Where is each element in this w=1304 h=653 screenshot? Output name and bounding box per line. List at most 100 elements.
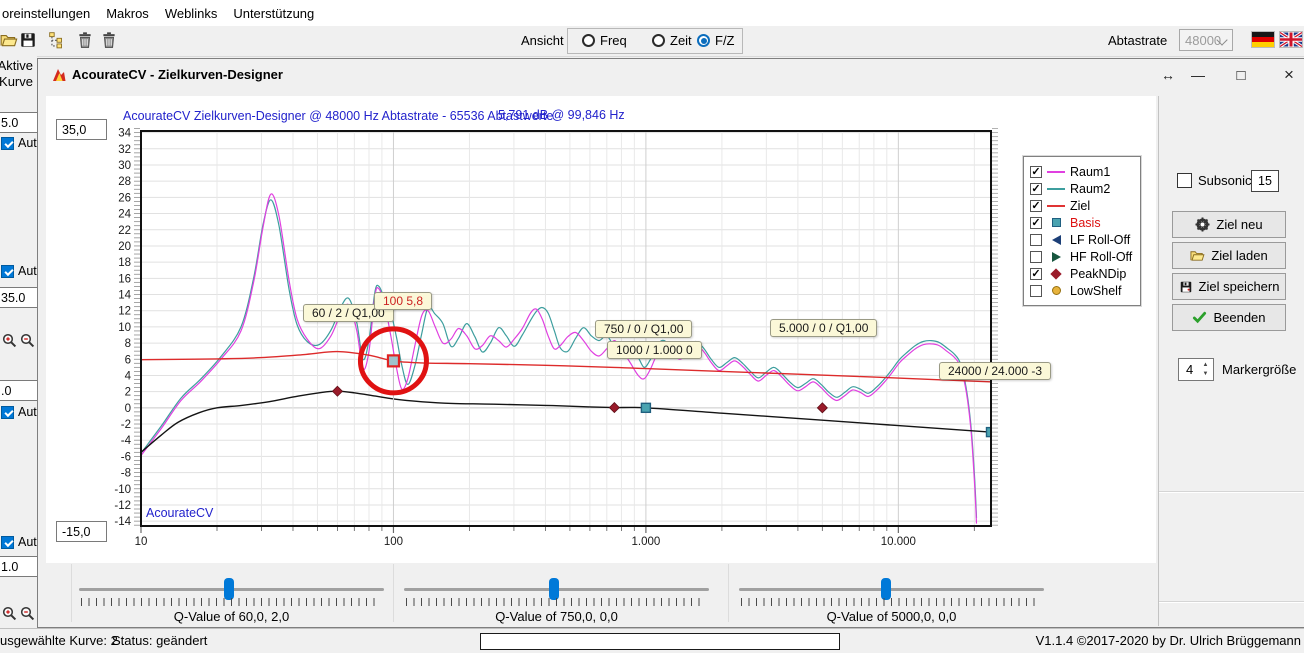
samplerate-select[interactable]: 48000 <box>1179 29 1233 51</box>
slider-label: Q-Value of 5000,0, 0,0 <box>739 609 1044 624</box>
zoom-in-icon[interactable] <box>2 606 17 621</box>
y-tick-label: 26 <box>118 192 131 204</box>
radio-fz-label: F/Z <box>715 33 735 48</box>
checkbox-checked-icon[interactable] <box>1 265 14 278</box>
y-tick-label: -12 <box>114 500 131 512</box>
trash-icon[interactable] <box>76 31 94 49</box>
beenden-button[interactable]: Beenden <box>1172 304 1286 331</box>
range-min-field[interactable]: 1.0 <box>0 556 37 577</box>
legend-symbol-line-icon <box>1046 188 1066 190</box>
radio-fz-dot[interactable] <box>697 34 710 47</box>
auto-checkbox-1[interactable]: Auto <box>1 136 37 150</box>
folder-open-icon[interactable] <box>0 31 18 49</box>
stepper-arrows-icon[interactable]: ▲▼ <box>1199 359 1212 380</box>
radio-zeit-dot[interactable] <box>652 34 665 47</box>
german-flag-icon[interactable] <box>1252 32 1274 47</box>
curve-max-field[interactable]: 5.0 <box>0 112 37 133</box>
window-minimize-button[interactable]: — <box>1184 62 1212 88</box>
legend-item-hf-roll-off[interactable]: HF Roll-Off <box>1030 248 1134 265</box>
subsonic-value-input[interactable]: 15 <box>1251 170 1279 192</box>
uk-flag-icon[interactable] <box>1280 32 1302 47</box>
curve-list-icon[interactable] <box>48 31 66 49</box>
zoom-in-icon[interactable] <box>2 333 17 348</box>
menu-item-voreinstellungen[interactable]: oreinstellungen <box>0 6 98 21</box>
window-close-button[interactable]: × <box>1275 62 1303 88</box>
slider-track[interactable] <box>739 588 1044 591</box>
chart-legend: ✓Raum1✓Raum2✓Ziel✓BasisLF Roll-OffHF Rol… <box>1023 156 1141 306</box>
chart-panel: AcourateCV Zielkurven-Designer @ 48000 H… <box>46 96 1156 563</box>
slider-separator <box>71 564 72 622</box>
y-tick-label: 2 <box>125 387 131 399</box>
checkbox-unchecked-icon[interactable] <box>1030 285 1042 297</box>
legend-label: PeakNDip <box>1070 267 1126 281</box>
radio-fz[interactable]: F/Z <box>697 33 735 48</box>
window-maximize-button[interactable]: □ <box>1227 62 1255 88</box>
trash-all-icon[interactable] <box>100 31 118 49</box>
dialog-title: AcourateCV - Zielkurven-Designer <box>72 67 283 82</box>
slider-label: Q-Value of 60,0, 2,0 <box>79 609 384 624</box>
q-slider-5000: Q-Value of 5000,0, 0,0 <box>739 564 1044 626</box>
legend-label: Basis <box>1070 216 1101 230</box>
checkbox-checked-icon[interactable] <box>1 536 14 549</box>
window-resize-button[interactable]: ↔ <box>1154 62 1182 88</box>
menu-item-makros[interactable]: Makros <box>98 6 157 21</box>
checkbox-unchecked-icon[interactable] <box>1177 173 1192 188</box>
slider-separator <box>393 564 394 622</box>
left-curve-panel: Aktive Kurve 5.0 Auto Auto 35.0 .0 Auto … <box>0 56 37 628</box>
legend-label: Raum1 <box>1070 165 1110 179</box>
acourate-app-icon <box>51 67 67 83</box>
legend-item-ziel[interactable]: ✓Ziel <box>1030 197 1134 214</box>
legend-item-lf-roll-off[interactable]: LF Roll-Off <box>1030 231 1134 248</box>
y-tick-label: 10 <box>118 322 131 334</box>
selected-marker[interactable] <box>388 355 399 366</box>
y-tick-label: 12 <box>118 306 131 318</box>
dialog-zielkurven-designer: AcourateCV - Zielkurven-Designer ↔ — □ ×… <box>37 58 1304 628</box>
checkbox-checked-icon[interactable]: ✓ <box>1030 183 1042 195</box>
legend-item-raum1[interactable]: ✓ Raum1 <box>1030 163 1134 180</box>
checkbox-checked-icon[interactable]: ✓ <box>1030 217 1042 229</box>
q-slider-750: Q-Value of 750,0, 0,0 <box>404 564 709 626</box>
slider-thumb[interactable] <box>881 578 891 600</box>
legend-item-lowshelf[interactable]: LowShelf <box>1030 282 1134 299</box>
zoom-out-icon[interactable] <box>20 606 35 621</box>
menu-item-weblinks[interactable]: Weblinks <box>157 6 226 21</box>
ziel-laden-button[interactable]: Ziel laden <box>1172 242 1286 269</box>
y-tick-label: -4 <box>121 435 132 447</box>
checkbox-unchecked-icon[interactable] <box>1030 234 1042 246</box>
checkbox-unchecked-icon[interactable] <box>1030 251 1042 263</box>
ziel-neu-button[interactable]: Ziel neu <box>1172 211 1286 238</box>
abtastrate-label: Abtastrate <box>1108 33 1167 48</box>
y-tick-label: 22 <box>118 225 131 237</box>
ziel-speichern-button[interactable]: Ziel speichern <box>1172 273 1286 300</box>
basis-marker[interactable] <box>641 403 650 412</box>
slider-thumb[interactable] <box>549 578 559 600</box>
y-tick-label: 32 <box>118 144 131 156</box>
legend-item-raum2[interactable]: ✓Raum2 <box>1030 180 1134 197</box>
legend-item-basis[interactable]: ✓ Basis <box>1030 214 1134 231</box>
checkbox-checked-icon[interactable]: ✓ <box>1030 200 1042 212</box>
aktive-kurve-label: Aktive Kurve <box>0 58 33 90</box>
curve-min-field[interactable]: 35.0 <box>0 287 37 308</box>
range-max-field[interactable]: .0 <box>0 380 37 401</box>
dialog-titlebar[interactable]: AcourateCV - Zielkurven-Designer ↔ — □ × <box>38 59 1304 92</box>
zoom-out-icon[interactable] <box>20 333 35 348</box>
radio-freq-dot[interactable] <box>582 34 595 47</box>
checkbox-checked-icon[interactable] <box>1 406 14 419</box>
menu-item-unterstuetzung[interactable]: Unterstützung <box>225 6 322 21</box>
auto-checkbox-2[interactable]: Auto <box>1 264 37 278</box>
subsonic-checkbox-row[interactable]: Subsonic <box>1177 173 1251 188</box>
checkbox-checked-icon[interactable] <box>1 137 14 150</box>
auto-checkbox-4[interactable]: Auto <box>1 535 37 549</box>
radio-freq[interactable]: Freq <box>582 33 627 48</box>
slider-thumb[interactable] <box>224 578 234 600</box>
save-icon[interactable] <box>19 31 37 49</box>
auto-checkbox-3[interactable]: Auto <box>1 405 37 419</box>
y-tick-label: 30 <box>118 160 131 172</box>
y-tick-label: 14 <box>118 290 131 302</box>
radio-zeit[interactable]: Zeit <box>652 33 692 48</box>
menu-bar: oreinstellungen Makros Weblinks Unterstü… <box>0 0 1304 26</box>
checkbox-checked-icon[interactable]: ✓ <box>1030 268 1042 280</box>
marker-size-stepper[interactable]: 4 ▲▼ <box>1178 358 1214 381</box>
checkbox-checked-icon[interactable]: ✓ <box>1030 166 1042 178</box>
legend-item-peakndip[interactable]: ✓ PeakNDip <box>1030 265 1134 282</box>
